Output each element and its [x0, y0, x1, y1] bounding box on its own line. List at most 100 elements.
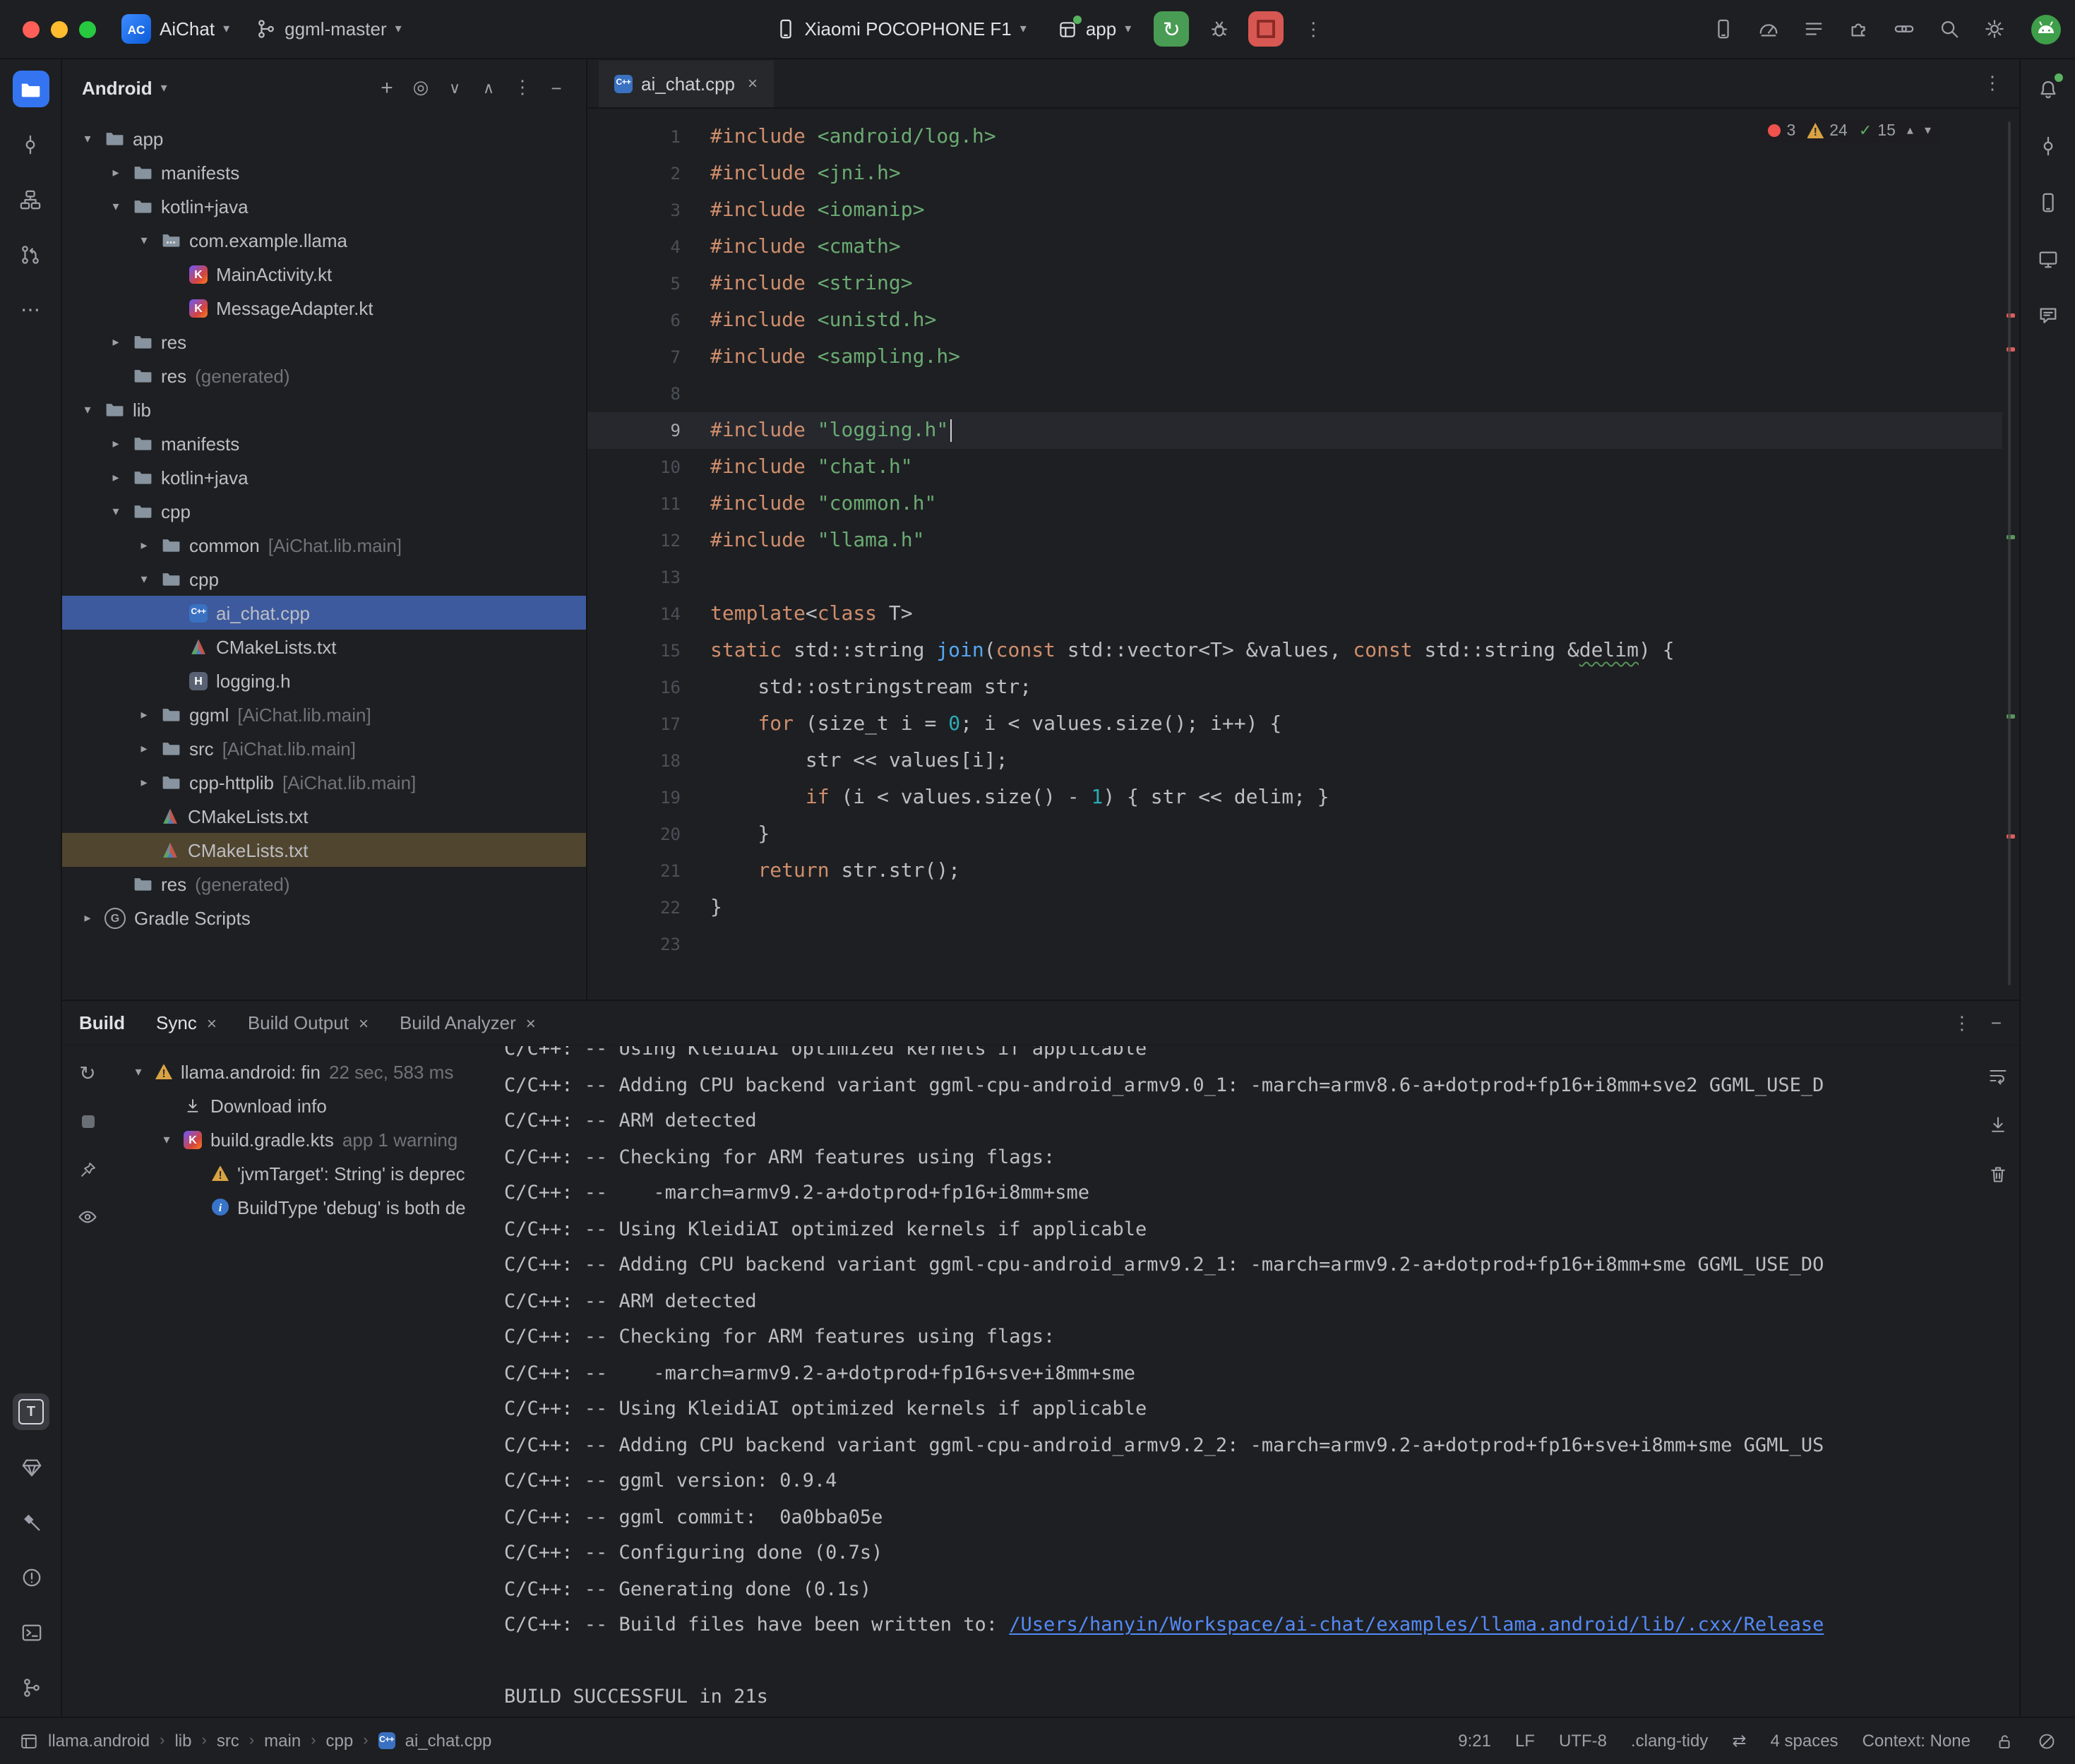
error-stripe-mark[interactable] — [2006, 535, 2014, 539]
code-line-20[interactable]: 20 } — [587, 816, 2002, 853]
logcat-icon[interactable]: T — [13, 1393, 49, 1430]
pull-requests-icon[interactable] — [12, 236, 49, 272]
build-tree-item-llama-android-fin[interactable]: ▾!llama.android: fin22 sec, 583 ms — [113, 1055, 503, 1088]
close-tab-icon[interactable]: × — [748, 73, 758, 93]
stop-button[interactable] — [1248, 11, 1284, 47]
code-line-18[interactable]: 18 str << values[i]; — [587, 743, 2002, 779]
build-tree-item-build-gradle-kts[interactable]: ▾Kbuild.gradle.ktsapp 1 warning — [113, 1122, 503, 1156]
formatter-status[interactable]: ⇄ — [1732, 1732, 1746, 1751]
project-tree-item-ggml[interactable]: ▸ggml[AiChat.lib.main] — [62, 697, 586, 731]
project-tree-item-app[interactable]: ▾app — [62, 121, 586, 155]
run-button[interactable]: ↻ — [1154, 11, 1189, 47]
code-line-5[interactable]: 5#include <string> — [587, 265, 2002, 302]
options-icon[interactable]: ⋮ — [507, 72, 538, 103]
build-tab-build-output[interactable]: Build Output× — [248, 1012, 369, 1033]
build-options-icon[interactable]: ⋮ — [1953, 1012, 1971, 1034]
project-tree-item-ai-chat-cpp[interactable]: C++ai_chat.cpp — [62, 596, 586, 630]
build-tree-item-download-info[interactable]: Download info — [113, 1088, 503, 1122]
settings-icon[interactable] — [1976, 11, 2013, 47]
tree-chevron-right-icon[interactable]: ▸ — [136, 740, 153, 756]
gradle-icon[interactable] — [2029, 127, 2066, 164]
project-tree-item-manifests[interactable]: ▸manifests — [62, 426, 586, 460]
error-stripe[interactable] — [2003, 107, 2017, 1000]
build-tree-item-jvmtarget-string-is-deprec[interactable]: !'jvmTarget': String' is deprec — [113, 1156, 503, 1190]
project-tree-item-mainactivity-kt[interactable]: KMainActivity.kt — [62, 257, 586, 291]
collapse-all-icon[interactable]: ∧ — [473, 72, 504, 103]
build-tab-build-analyzer[interactable]: Build Analyzer× — [400, 1012, 536, 1033]
project-tree-item-cpp-httplib[interactable]: ▸cpp-httplib[AiChat.lib.main] — [62, 765, 586, 799]
breadcrumb-item-main[interactable]: main — [264, 1732, 301, 1751]
tree-chevron-down-icon[interactable]: ▾ — [107, 503, 124, 519]
project-tree-item-cpp[interactable]: ▾cpp — [62, 494, 586, 528]
line-separator[interactable]: LF — [1515, 1732, 1535, 1751]
project-tree-item-cmakelists-txt[interactable]: CMakeLists.txt — [62, 833, 586, 867]
build-tab-sync[interactable]: Sync× — [156, 1012, 217, 1033]
project-icon[interactable] — [12, 71, 49, 107]
file-encoding[interactable]: UTF-8 — [1559, 1732, 1607, 1751]
mirror-device-icon[interactable] — [1705, 11, 1742, 47]
expand-all-icon[interactable]: ∨ — [439, 72, 470, 103]
error-stripe-mark[interactable] — [2006, 834, 2014, 839]
project-tree-item-gradle-scripts[interactable]: ▸GGradle Scripts — [62, 901, 586, 935]
stop-icon[interactable] — [72, 1105, 103, 1136]
close-tab-icon[interactable]: × — [207, 1013, 217, 1033]
lock-status[interactable] — [1995, 1732, 2013, 1751]
task-list-icon[interactable] — [1795, 11, 1832, 47]
device-selector[interactable]: Xiaomi POCOPHONE F1 ▾ — [775, 18, 1026, 40]
soft-wrap-icon[interactable] — [1982, 1060, 2013, 1091]
error-stripe-mark[interactable] — [2006, 347, 2014, 352]
build-console[interactable]: C/C++: -- Using KleidiAI optimized kerne… — [497, 1046, 1971, 1717]
caret-position[interactable]: 9:21 — [1458, 1732, 1491, 1751]
project-tree-item-common[interactable]: ▸common[AiChat.lib.main] — [62, 528, 586, 562]
device-manager-icon[interactable] — [2029, 184, 2066, 220]
version-control-icon[interactable] — [13, 1669, 49, 1705]
tree-chevron-right-icon[interactable]: ▸ — [107, 436, 124, 451]
vcs-branch-widget[interactable]: ggml-master ▾ — [255, 18, 402, 40]
project-tree-item-logging-h[interactable]: Hlogging.h — [62, 664, 586, 697]
code-line-17[interactable]: 17 for (size_t i = 0; i < values.size();… — [587, 706, 2002, 743]
error-stripe-mark[interactable] — [2006, 714, 2014, 719]
minimize-window-button[interactable] — [51, 20, 68, 37]
code-line-4[interactable]: 4#include <cmath> — [587, 229, 2002, 265]
project-tree-item-src[interactable]: ▸src[AiChat.lib.main] — [62, 731, 586, 765]
tree-chevron-right-icon[interactable]: ▸ — [136, 774, 153, 790]
errors-count[interactable]: 3 — [1768, 122, 1795, 139]
run-configuration-selector[interactable]: app ▾ — [1058, 18, 1131, 40]
code-line-6[interactable]: 6#include <unistd.h> — [587, 302, 2002, 339]
code-area[interactable]: 1#include <android/log.h>2#include <jni.… — [587, 107, 2002, 1000]
close-tab-icon[interactable]: × — [359, 1013, 369, 1033]
breadcrumb-item-ai-chat-cpp[interactable]: ai_chat.cpp — [405, 1732, 492, 1751]
project-tree-item-kotlin-java[interactable]: ▸kotlin+java — [62, 460, 586, 494]
structure-icon[interactable] — [12, 181, 49, 217]
breadcrumb-item-llama-android[interactable]: llama.android — [48, 1732, 150, 1751]
project-tree-item-res[interactable]: ▸res — [62, 325, 586, 359]
project-tree-item-manifests[interactable]: ▸manifests — [62, 155, 586, 189]
tree-chevron-down-icon[interactable]: ▾ — [79, 131, 96, 146]
problems-icon[interactable] — [13, 1559, 49, 1595]
code-line-14[interactable]: 14template<class T> — [587, 596, 2002, 632]
user-avatar[interactable] — [2030, 13, 2061, 44]
code-line-12[interactable]: 12#include "llama.h" — [587, 522, 2002, 559]
context-status[interactable]: Context: None — [1862, 1732, 1971, 1751]
project-tree-item-kotlin-java[interactable]: ▾kotlin+java — [62, 189, 586, 223]
code-line-7[interactable]: 7#include <sampling.h> — [587, 339, 2002, 376]
project-tree-item-com-example-llama[interactable]: ▾com.example.llama — [62, 223, 586, 257]
close-window-button[interactable] — [23, 20, 40, 37]
passed-count[interactable]: ✓15 — [1859, 121, 1896, 140]
app-inspection-icon[interactable] — [13, 1448, 49, 1485]
profiler-icon[interactable] — [1750, 11, 1787, 47]
project-tree-item-res[interactable]: res(generated) — [62, 867, 586, 901]
more-run-actions-button[interactable]: ⋮ — [1295, 11, 1332, 47]
tree-chevron-right-icon[interactable]: ▸ — [79, 910, 96, 925]
code-line-13[interactable]: 13 — [587, 559, 2002, 596]
build-title[interactable]: Build — [79, 1012, 125, 1033]
project-tree-item-messageadapter-kt[interactable]: KMessageAdapter.kt — [62, 291, 586, 325]
preview-icon[interactable] — [72, 1201, 103, 1232]
tree-chevron-right-icon[interactable]: ▸ — [107, 164, 124, 180]
project-view-selector[interactable]: Android — [82, 77, 153, 98]
clang-tidy-status[interactable]: .clang-tidy — [1631, 1732, 1708, 1751]
tree-chevron-down-icon[interactable]: ▾ — [136, 232, 153, 248]
breadcrumb-item-src[interactable]: src — [217, 1732, 239, 1751]
debug-button[interactable] — [1200, 11, 1237, 47]
build-tree-item-buildtype-debug-is-both-de[interactable]: iBuildType 'debug' is both de — [113, 1190, 503, 1224]
